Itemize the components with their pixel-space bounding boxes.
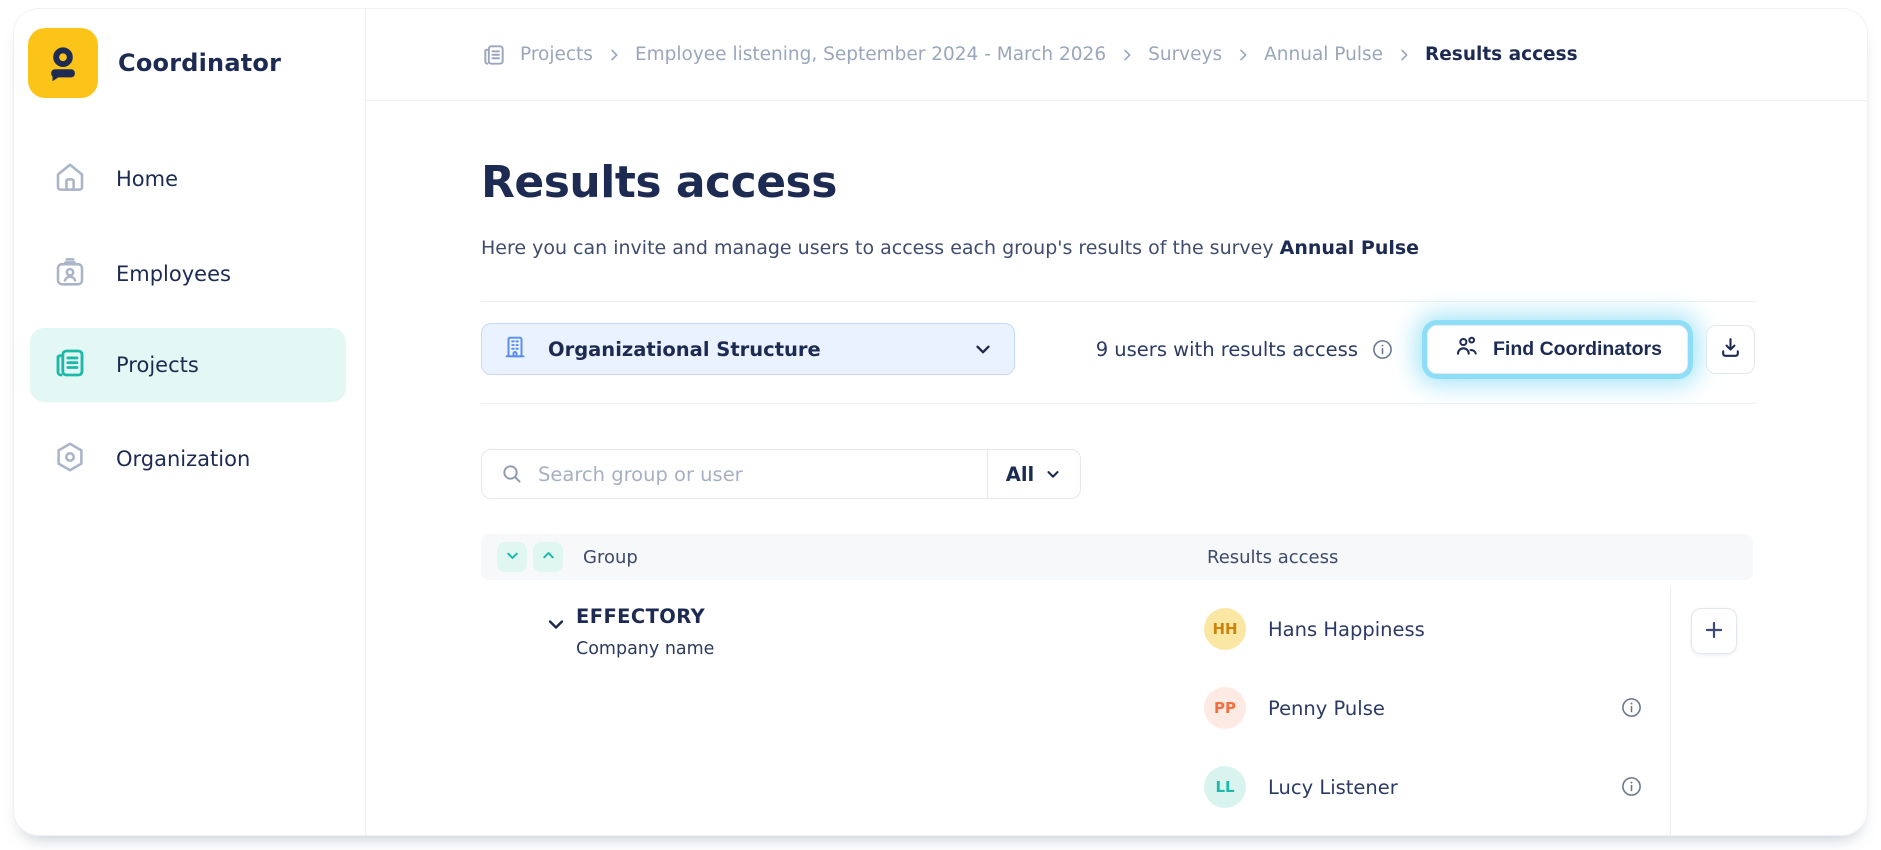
chevron-right-icon bbox=[606, 47, 622, 63]
info-circle-icon[interactable] bbox=[1621, 776, 1642, 797]
sidebar-item-employees[interactable]: Employees bbox=[30, 237, 346, 311]
user-row: PP Penny Pulse bbox=[1204, 685, 1385, 731]
breadcrumb-item-annual-pulse[interactable]: Annual Pulse bbox=[1264, 44, 1383, 65]
users-count-text: 9 users with results access bbox=[1096, 338, 1358, 361]
sidebar-item-label: Employees bbox=[116, 262, 231, 286]
add-user-button[interactable] bbox=[1691, 608, 1737, 654]
search-icon bbox=[500, 462, 524, 486]
sidebar-item-projects[interactable]: Projects bbox=[30, 328, 346, 402]
sidebar-item-label: Home bbox=[116, 167, 178, 191]
search-filter-control: All bbox=[481, 449, 1081, 499]
chevron-down-icon bbox=[504, 547, 521, 567]
structure-selector-dropdown[interactable]: Organizational Structure bbox=[481, 323, 1015, 375]
plus-icon bbox=[1702, 618, 1726, 645]
sidebar: Coordinator Home Employee bbox=[14, 9, 366, 835]
column-header-results-access: Results access bbox=[1207, 547, 1338, 568]
avatar: HH bbox=[1204, 608, 1246, 650]
user-name: Lucy Listener bbox=[1268, 776, 1398, 799]
breadcrumb-item-surveys[interactable]: Surveys bbox=[1148, 44, 1222, 65]
breadcrumb-bar: Projects Employee listening, September 2… bbox=[366, 9, 1867, 101]
chevron-up-icon bbox=[540, 547, 557, 567]
coordinator-logo-icon bbox=[28, 28, 98, 98]
breadcrumb-document-icon bbox=[481, 42, 507, 68]
scope-filter-value: All bbox=[1006, 463, 1034, 486]
app-title: Coordinator bbox=[118, 49, 281, 77]
user-name: Penny Pulse bbox=[1268, 697, 1385, 720]
group-name: EFFECTORY bbox=[576, 605, 705, 628]
collapse-all-button[interactable] bbox=[497, 542, 527, 572]
user-row: HH Hans Happiness bbox=[1204, 606, 1425, 652]
id-badge-icon bbox=[52, 254, 88, 294]
main-area: Projects Employee listening, September 2… bbox=[366, 9, 1867, 835]
search-input[interactable] bbox=[524, 463, 987, 486]
find-coordinators-button[interactable]: Find Coordinators bbox=[1427, 325, 1688, 374]
brand: Coordinator bbox=[28, 28, 281, 98]
structure-selector-value: Organizational Structure bbox=[548, 338, 821, 361]
info-circle-icon[interactable] bbox=[1372, 339, 1393, 360]
divider bbox=[481, 403, 1756, 404]
sidebar-item-home[interactable]: Home bbox=[30, 142, 346, 216]
app-window: Coordinator Home Employee bbox=[13, 8, 1868, 836]
download-button[interactable] bbox=[1706, 325, 1755, 374]
avatar: PP bbox=[1204, 687, 1246, 729]
breadcrumb: Projects Employee listening, September 2… bbox=[481, 42, 1578, 68]
page-subtitle-text: Here you can invite and manage users to … bbox=[481, 237, 1280, 259]
find-coordinators-label: Find Coordinators bbox=[1493, 338, 1662, 361]
breadcrumb-item-projects[interactable]: Projects bbox=[520, 44, 593, 65]
breadcrumb-item-current: Results access bbox=[1425, 44, 1578, 65]
building-icon bbox=[502, 334, 528, 364]
page-subtitle: Here you can invite and manage users to … bbox=[481, 237, 1419, 259]
sidebar-item-label: Projects bbox=[116, 353, 199, 377]
chevron-right-icon bbox=[1235, 47, 1251, 63]
expand-all-button[interactable] bbox=[533, 542, 563, 572]
chevron-down-icon bbox=[972, 338, 994, 360]
chevron-down-icon bbox=[1044, 465, 1062, 483]
info-circle-icon[interactable] bbox=[1621, 697, 1642, 718]
breadcrumb-item-project[interactable]: Employee listening, September 2024 - Mar… bbox=[635, 44, 1106, 65]
people-icon bbox=[1453, 333, 1480, 366]
toolbar-right-cluster: 9 users with results access bbox=[1096, 323, 1755, 375]
projects-icon bbox=[52, 345, 88, 385]
avatar: LL bbox=[1204, 766, 1246, 808]
table-header-row: Group Results access bbox=[481, 534, 1753, 580]
download-icon bbox=[1718, 335, 1743, 363]
divider bbox=[1670, 587, 1671, 836]
home-icon bbox=[52, 159, 88, 199]
row-expand-chevron-icon[interactable] bbox=[544, 612, 568, 636]
chevron-right-icon bbox=[1396, 47, 1412, 63]
page-subtitle-survey-name: Annual Pulse bbox=[1280, 237, 1419, 259]
scope-filter-dropdown[interactable]: All bbox=[988, 450, 1080, 498]
sidebar-item-label: Organization bbox=[116, 447, 250, 471]
page-title: Results access bbox=[481, 157, 837, 208]
user-name: Hans Happiness bbox=[1268, 618, 1425, 641]
chevron-right-icon bbox=[1119, 47, 1135, 63]
divider bbox=[481, 301, 1756, 302]
user-row: LL Lucy Listener bbox=[1204, 764, 1398, 810]
organization-icon bbox=[52, 439, 88, 479]
column-header-group: Group bbox=[583, 547, 638, 568]
group-subtitle: Company name bbox=[576, 639, 714, 659]
sidebar-item-organization[interactable]: Organization bbox=[30, 422, 346, 496]
